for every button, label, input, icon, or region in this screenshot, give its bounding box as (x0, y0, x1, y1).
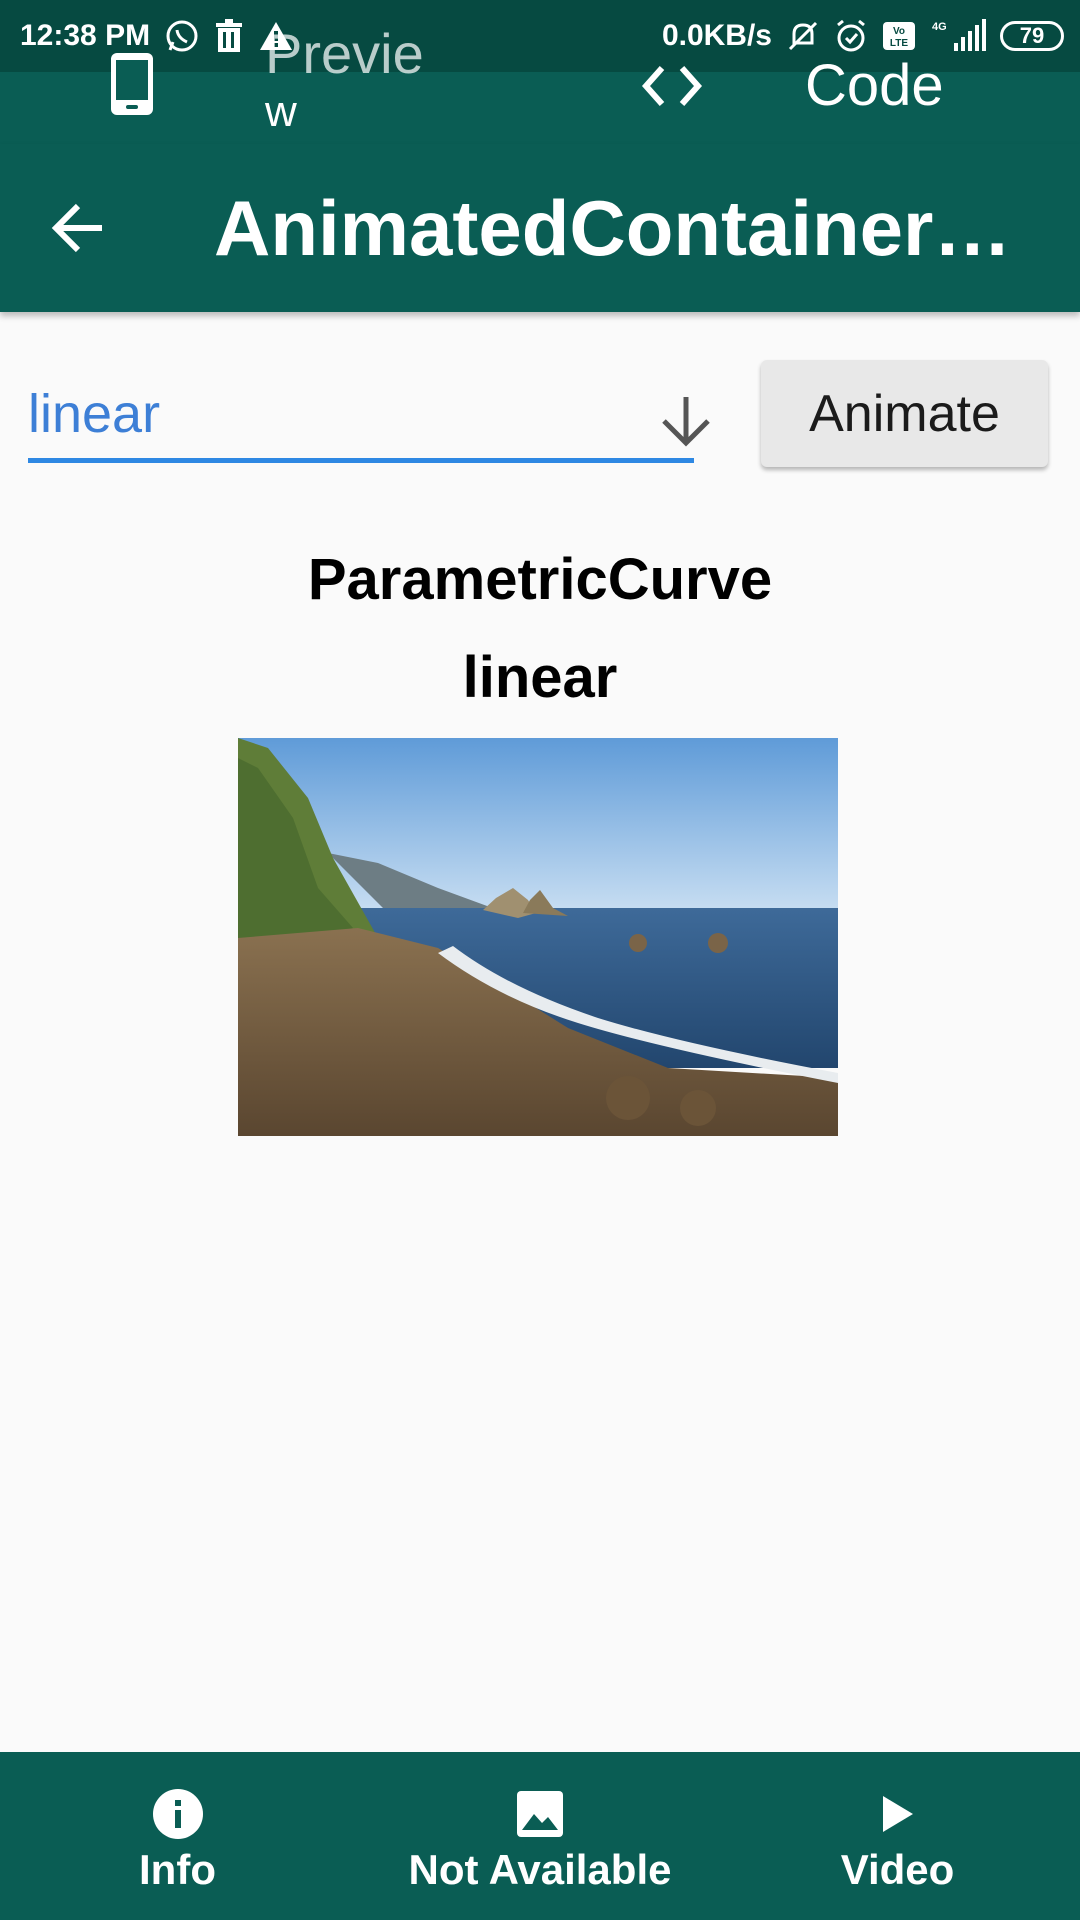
phone-icon[interactable] (108, 50, 156, 123)
mute-icon (786, 19, 820, 53)
nav-label-not-available: Not Available (408, 1846, 672, 1893)
signal-icon: 4G (930, 19, 986, 53)
coastline-image (238, 738, 838, 1136)
curve-class-title: ParametricCurve (307, 547, 773, 612)
nav-item-video[interactable]: Video (820, 1752, 975, 1920)
nav-item-info[interactable]: Info (100, 1752, 255, 1920)
image-icon (516, 1788, 564, 1840)
page-title: AnimatedContainer ... (214, 186, 1014, 270)
whatsapp-icon (164, 18, 200, 54)
status-bar-right: 0.0KB/s Vo LTE 4G 79 (662, 19, 1064, 53)
bottom-navigation: Info Not Available Video (0, 1752, 1080, 1920)
code-icon[interactable] (640, 64, 704, 113)
app-bar: AnimatedContainer ... (0, 144, 1080, 312)
nav-item-not-available[interactable]: Not Available (400, 1752, 680, 1920)
curve-name: linear (462, 645, 618, 710)
status-time: 12:38 PM (20, 19, 151, 52)
net-speed: 0.0KB/s (661, 19, 772, 52)
back-arrow-icon[interactable] (50, 202, 106, 259)
curve-dropdown[interactable]: linear (28, 365, 710, 463)
play-icon (881, 1788, 915, 1840)
info-icon (152, 1788, 204, 1840)
tab-preview-label: Previe (265, 22, 424, 85)
tab-code[interactable]: Code (805, 52, 944, 120)
tab-preview-label-wrap: w (265, 87, 297, 136)
alarm-icon (834, 19, 868, 53)
dropdown-selected-value: linear (28, 384, 161, 444)
volte-icon: Vo LTE (882, 21, 916, 51)
nav-label-video: Video (840, 1846, 955, 1893)
svg-text:4G: 4G (932, 21, 947, 33)
nav-label-info: Info (139, 1846, 216, 1893)
status-bar-left: 12:38 PM (20, 18, 294, 54)
delete-icon (214, 19, 244, 53)
svg-text:Vo: Vo (893, 26, 905, 37)
battery-icon: 79 (1000, 21, 1064, 51)
animate-button[interactable]: Animate (761, 360, 1048, 467)
arrow-down-icon[interactable] (658, 395, 714, 452)
svg-text:LTE: LTE (890, 38, 908, 49)
tab-preview[interactable]: Previe w (265, 20, 455, 146)
